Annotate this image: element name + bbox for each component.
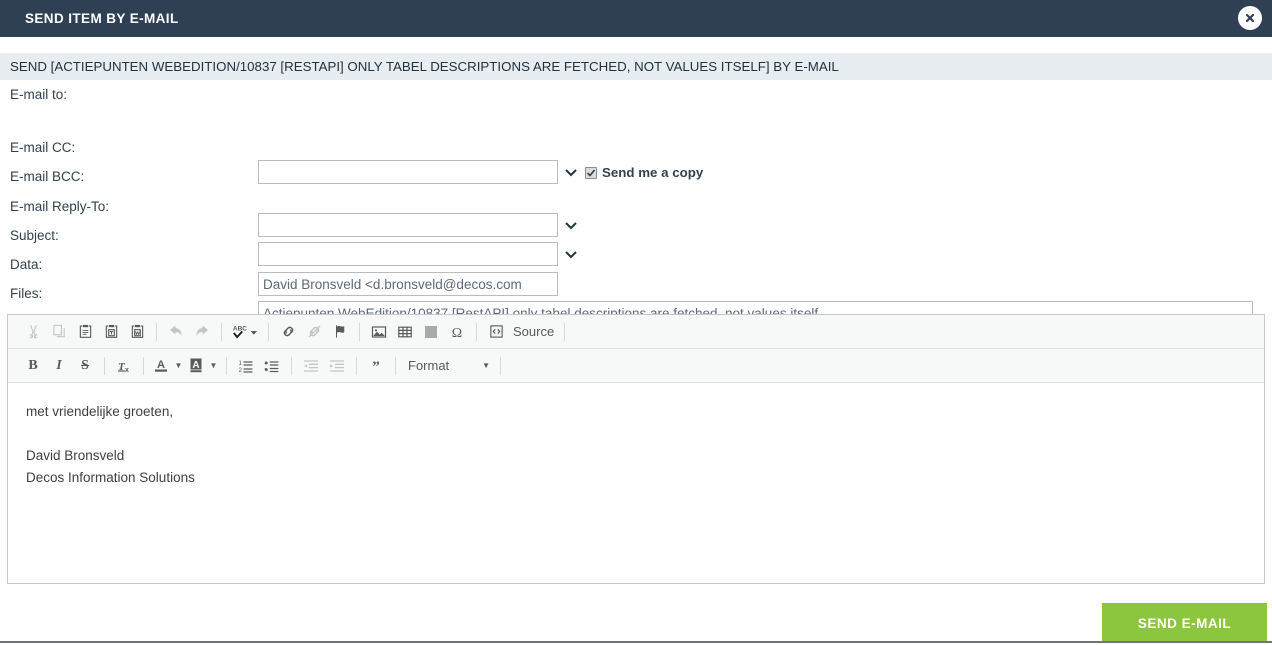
numbered-list-icon[interactable]: 1 2 <box>233 354 259 378</box>
email-bcc-dropdown-chevron-down-icon[interactable] <box>563 246 579 262</box>
source-icon[interactable] <box>483 320 509 344</box>
format-chevron-down-icon: ▼ <box>482 360 490 370</box>
background-color-icon[interactable]: A <box>185 354 207 378</box>
cut-icon[interactable] <box>20 320 46 344</box>
bulleted-list-icon[interactable] <box>259 354 285 378</box>
body-blank-line <box>26 423 1246 445</box>
format-dropdown[interactable]: Format ▼ <box>402 354 494 378</box>
remove-format-icon[interactable]: T x <box>111 354 137 378</box>
email-bcc-label: E-mail BCC: <box>10 169 85 184</box>
svg-text:x: x <box>125 367 129 374</box>
anchor-flag-icon[interactable] <box>327 320 353 344</box>
strikethrough-icon[interactable]: S <box>72 354 98 378</box>
toolbar-separator <box>291 356 292 375</box>
svg-text:1: 1 <box>239 361 243 367</box>
email-to-dropdown-chevron-down-icon[interactable] <box>563 164 579 180</box>
bold-icon[interactable]: B <box>20 354 46 378</box>
blockquote-icon[interactable]: ” <box>363 354 389 378</box>
format-dropdown-label: Format <box>408 358 450 373</box>
send-copy-label: Send me a copy <box>602 165 704 180</box>
decrease-indent-icon[interactable] <box>298 354 324 378</box>
undo-icon[interactable] <box>163 320 189 344</box>
email-bcc-input[interactable] <box>258 242 558 266</box>
email-cc-input[interactable] <box>258 213 558 237</box>
send-item-by-email-dialog: SEND ITEM BY E-MAIL SEND [ACTIEPUNTEN WE… <box>0 0 1272 645</box>
body-line-2: David Bronsveld <box>26 448 125 463</box>
paste-as-plain-text-icon[interactable] <box>98 320 124 344</box>
copy-icon[interactable] <box>46 320 72 344</box>
italic-icon[interactable]: I <box>46 354 72 378</box>
email-body-editable[interactable]: met vriendelijke groeten, David Bronsvel… <box>8 383 1264 583</box>
email-cc-label: E-mail CC: <box>10 140 76 155</box>
paste-from-word-icon[interactable] <box>124 320 150 344</box>
svg-text:ABC: ABC <box>233 326 247 333</box>
toolbar-separator <box>356 356 357 375</box>
toolbar-separator <box>156 322 157 341</box>
toolbar-separator <box>564 322 566 341</box>
svg-text:”: ” <box>372 359 380 374</box>
toolbar-separator <box>500 356 501 375</box>
toolbar-separator <box>143 356 144 375</box>
spellcheck-icon[interactable]: ABC <box>228 320 262 344</box>
bottom-divider <box>0 641 1272 643</box>
send-me-a-copy-checkbox[interactable]: Send me a copy <box>585 165 703 180</box>
link-icon[interactable] <box>275 320 301 344</box>
toolbar-separator <box>476 322 477 341</box>
toolbar-separator <box>395 356 396 375</box>
dialog-title: SEND ITEM BY E-MAIL <box>25 11 179 26</box>
svg-text:2: 2 <box>239 368 243 374</box>
horizontal-rule-icon[interactable] <box>418 320 444 344</box>
svg-text:Ω: Ω <box>452 326 462 340</box>
special-character-icon[interactable]: Ω <box>444 320 470 344</box>
send-email-button[interactable]: SEND E-MAIL <box>1102 603 1267 643</box>
body-line-3: Decos Information Solutions <box>26 470 195 485</box>
email-reply-to-label: E-mail Reply-To: <box>10 199 110 214</box>
source-button[interactable]: Source <box>509 324 558 339</box>
body-line-1: met vriendelijke groeten, <box>26 404 174 419</box>
files-label: Files: <box>10 286 43 301</box>
toolbar-separator <box>104 356 105 375</box>
email-to-label: E-mail to: <box>10 87 68 102</box>
close-icon[interactable] <box>1238 6 1262 30</box>
svg-text:A: A <box>157 359 165 371</box>
email-cc-dropdown-chevron-down-icon[interactable] <box>563 217 579 233</box>
toolbar-separator <box>359 322 360 341</box>
subheader-title: SEND [ACTIEPUNTEN WEBEDITION/10837 [REST… <box>10 59 839 74</box>
unlink-icon[interactable] <box>301 320 327 344</box>
data-label: Data: <box>10 257 43 272</box>
toolbar-separator <box>268 322 269 341</box>
dialog-titlebar: SEND ITEM BY E-MAIL <box>0 0 1272 37</box>
dialog-subheader: SEND [ACTIEPUNTEN WEBEDITION/10837 [REST… <box>0 53 1272 80</box>
svg-text:A: A <box>192 360 199 371</box>
toolbar-separator <box>221 322 222 341</box>
image-icon[interactable] <box>366 320 392 344</box>
background-color-chevron-down-icon[interactable]: ▼ <box>207 354 220 378</box>
increase-indent-icon[interactable] <box>324 354 350 378</box>
send-copy-checkbox-box[interactable] <box>585 166 597 179</box>
text-color-icon[interactable]: A <box>150 354 172 378</box>
editor-toolbar-row-1: ABC Ω Source <box>8 315 1264 349</box>
email-to-input[interactable] <box>258 160 558 184</box>
paste-icon[interactable] <box>72 320 98 344</box>
rich-text-editor: ABC Ω Source B I S T x A ▼ A ▼ 1 2 ” For… <box>7 314 1265 584</box>
table-icon[interactable] <box>392 320 418 344</box>
subject-label: Subject: <box>10 228 59 243</box>
text-color-chevron-down-icon[interactable]: ▼ <box>172 354 185 378</box>
toolbar-separator <box>226 356 227 375</box>
email-reply-to-input[interactable] <box>258 272 558 296</box>
editor-toolbar-row-2: B I S T x A ▼ A ▼ 1 2 ” Format ▼ <box>8 349 1264 383</box>
redo-icon[interactable] <box>189 320 215 344</box>
